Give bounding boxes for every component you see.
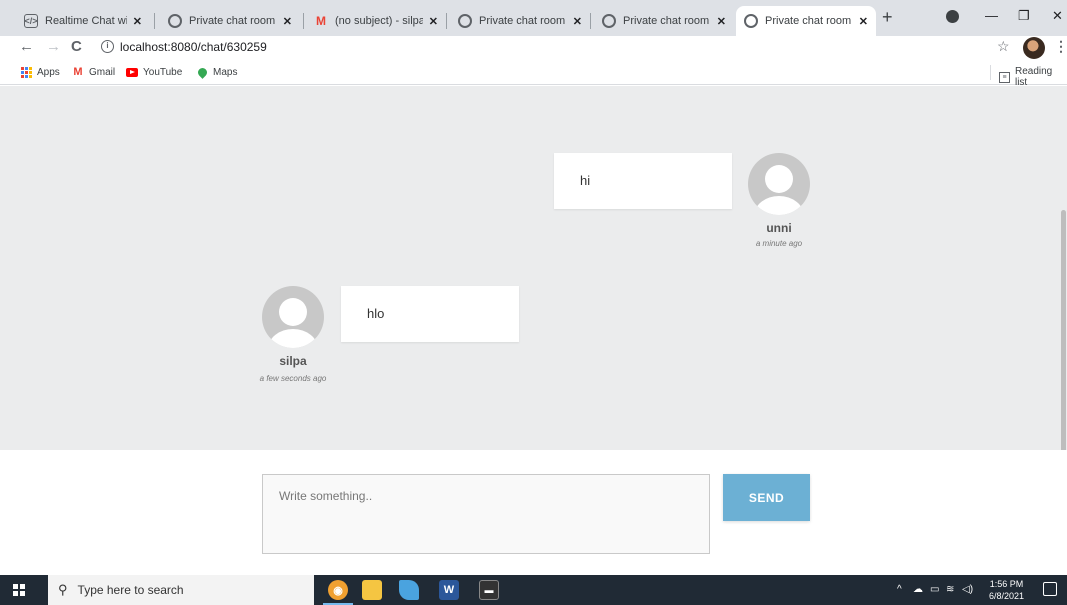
onedrive-cloud-icon[interactable]: ☁ bbox=[913, 584, 923, 595]
tab-title: (no subject) - silpakris bbox=[335, 15, 423, 27]
tab-title: Realtime Chat with No bbox=[45, 15, 127, 27]
close-tab-icon[interactable]: ✕ bbox=[717, 15, 726, 28]
apps-grid-icon bbox=[20, 66, 32, 78]
forward-arrow-icon[interactable]: → bbox=[46, 38, 61, 55]
tab-title: Private chat room | Tu bbox=[623, 15, 711, 27]
volume-icon[interactable]: ◁) bbox=[962, 584, 973, 595]
browser-tab[interactable]: M (no subject) - silpakris ✕ bbox=[306, 6, 446, 36]
reading-list-label: Reading list bbox=[1014, 66, 1053, 88]
taskbar-search[interactable]: ⚲ Type here to search bbox=[48, 575, 314, 605]
message-bubble: hi bbox=[554, 153, 732, 209]
user-avatar bbox=[748, 153, 810, 215]
word-icon[interactable]: W bbox=[439, 580, 459, 600]
message-composer: SEND bbox=[0, 450, 1067, 575]
bookmark-maps[interactable]: Maps bbox=[195, 65, 238, 79]
profile-avatar[interactable] bbox=[1023, 37, 1045, 59]
minimize-icon[interactable]: — bbox=[985, 8, 998, 23]
tab-separator bbox=[303, 13, 304, 29]
code-icon: </> bbox=[24, 14, 38, 28]
tab-title: Private chat room | Tu bbox=[479, 15, 567, 27]
close-tab-icon[interactable]: ✕ bbox=[133, 15, 142, 28]
close-tab-icon[interactable]: ✕ bbox=[573, 15, 582, 28]
bookmarks-bar: Apps M Gmail YouTube Maps ≡ Reading list bbox=[0, 60, 1067, 88]
new-tab-plus-icon[interactable]: + bbox=[882, 7, 893, 28]
search-icon: ⚲ bbox=[58, 582, 68, 597]
globe-icon bbox=[458, 14, 472, 28]
more-menu-icon[interactable]: ⋮ bbox=[1054, 38, 1067, 55]
chrome-icon[interactable]: ◉ bbox=[328, 580, 348, 600]
browser-tab-active[interactable]: Private chat room | Tu ✕ bbox=[736, 6, 876, 36]
bookmark-label: Gmail bbox=[89, 66, 116, 78]
windows-taskbar: ⚲ Type here to search ◉ W ▬ ^ ☁ ▭ ≋ ◁) 1… bbox=[0, 575, 1067, 605]
close-window-icon[interactable]: ✕ bbox=[1052, 8, 1063, 24]
youtube-icon bbox=[126, 66, 138, 78]
browser-tab-strip: </> Realtime Chat with No ✕ Private chat… bbox=[0, 0, 1067, 36]
message-text: hlo bbox=[367, 306, 385, 321]
close-tab-icon[interactable]: ✕ bbox=[429, 15, 438, 28]
gmail-icon: M bbox=[73, 66, 83, 78]
browser-tab[interactable]: Private chat room | Tu ✕ bbox=[594, 6, 734, 36]
globe-icon bbox=[744, 14, 758, 28]
message-username: silpa bbox=[279, 354, 307, 368]
message-timestamp: a minute ago bbox=[755, 239, 803, 248]
taskbar-clock[interactable]: 1:56 PM 6/8/2021 bbox=[989, 578, 1024, 602]
user-avatar bbox=[262, 286, 324, 348]
windows-start-icon[interactable] bbox=[13, 584, 25, 596]
bookmark-star-icon[interactable]: ☆ bbox=[997, 38, 1010, 55]
send-button[interactable]: SEND bbox=[723, 474, 810, 521]
message-bubble: hlo bbox=[341, 286, 519, 342]
gmail-icon: M bbox=[316, 14, 326, 28]
bookmark-label: YouTube bbox=[143, 66, 183, 78]
restore-icon[interactable]: ❐ bbox=[1018, 8, 1030, 24]
close-tab-icon[interactable]: ✕ bbox=[859, 15, 868, 28]
back-arrow-icon[interactable]: ← bbox=[19, 38, 34, 55]
reload-icon[interactable]: C bbox=[71, 38, 82, 55]
tab-title: Private chat room | Tu bbox=[765, 15, 853, 27]
message-text: hi bbox=[580, 173, 591, 188]
message-username: unni bbox=[766, 221, 792, 235]
file-explorer-icon[interactable] bbox=[362, 580, 382, 600]
close-tab-icon[interactable]: ✕ bbox=[283, 15, 292, 28]
browser-tab[interactable]: Private chat room | Tu ✕ bbox=[160, 6, 300, 36]
edge-icon[interactable] bbox=[399, 580, 419, 600]
bookmark-gmail[interactable]: M Gmail bbox=[72, 66, 115, 78]
reading-list-button[interactable]: ≡ Reading list bbox=[999, 66, 1067, 88]
browser-toolbar: ← → C i localhost:8080/chat/630259 ☆ ⋮ bbox=[0, 36, 1067, 60]
bookmark-label: Apps bbox=[37, 66, 60, 78]
message-timestamp: a few seconds ago bbox=[259, 374, 327, 383]
reading-list-icon: ≡ bbox=[999, 71, 1010, 83]
wifi-icon[interactable]: ≋ bbox=[946, 584, 954, 595]
tray-chevron-up-icon[interactable]: ^ bbox=[897, 584, 902, 595]
divider bbox=[990, 65, 991, 80]
maps-pin-icon bbox=[195, 65, 209, 79]
bookmark-apps[interactable]: Apps bbox=[20, 66, 60, 78]
clock-date: 6/8/2021 bbox=[989, 591, 1025, 601]
clock-time: 1:56 PM bbox=[989, 579, 1024, 589]
tab-separator bbox=[154, 13, 155, 29]
site-info-icon[interactable]: i bbox=[101, 40, 114, 53]
message-input[interactable] bbox=[262, 474, 710, 554]
taskbar-search-placeholder: Type here to search bbox=[77, 583, 184, 597]
globe-icon bbox=[168, 14, 182, 28]
bookmark-label: Maps bbox=[213, 66, 238, 78]
tab-title: Private chat room | Tu bbox=[189, 15, 277, 27]
browser-tab[interactable]: </> Realtime Chat with No ✕ bbox=[16, 6, 150, 36]
browser-tab[interactable]: Private chat room | Tu ✕ bbox=[450, 6, 590, 36]
terminal-icon[interactable]: ▬ bbox=[479, 580, 499, 600]
tab-separator bbox=[446, 13, 447, 29]
battery-icon[interactable]: ▭ bbox=[930, 584, 939, 595]
bookmark-youtube[interactable]: YouTube bbox=[126, 66, 182, 78]
tab-separator bbox=[590, 13, 591, 29]
address-bar[interactable]: localhost:8080/chat/630259 bbox=[120, 40, 267, 54]
notification-icon[interactable] bbox=[1043, 582, 1057, 596]
tab-search-icon[interactable] bbox=[946, 10, 959, 23]
globe-icon bbox=[602, 14, 616, 28]
chat-messages-area: hi unni a minute ago hlo silpa a few sec… bbox=[0, 86, 1067, 450]
